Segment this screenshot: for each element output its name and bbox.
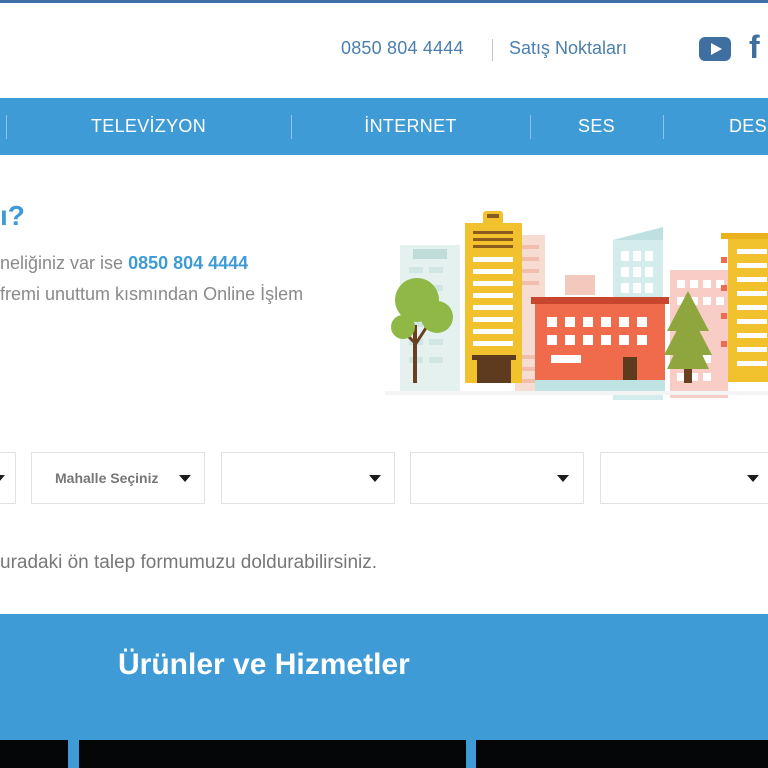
product-card[interactable] xyxy=(0,740,68,768)
products-title: Ürünler ve Hizmetler xyxy=(118,648,410,681)
nav-item-support[interactable]: DES xyxy=(663,98,768,155)
sales-points-link[interactable]: Satış Noktaları xyxy=(509,38,627,59)
nav-item-television[interactable]: TELEVİZYON xyxy=(6,98,291,155)
building-select[interactable] xyxy=(410,452,584,504)
pre-request-form-note: uradaki ön talep formumuzu doldurabilirs… xyxy=(0,552,378,573)
neighborhood-select[interactable]: Mahalle Seçiniz xyxy=(31,452,205,504)
hero-phone-link[interactable]: 0850 804 4444 xyxy=(128,253,248,273)
city-select[interactable] xyxy=(0,452,16,504)
neighborhood-select-label: Mahalle Seçiniz xyxy=(55,470,159,486)
nav-item-internet[interactable]: İNTERNET xyxy=(291,98,530,155)
chevron-down-icon xyxy=(557,475,569,482)
chevron-down-icon xyxy=(179,475,191,482)
chevron-down-icon xyxy=(369,475,381,482)
header-phone-link[interactable]: 0850 804 4444 xyxy=(341,38,464,59)
hero-text-prefix: neliğiniz var ise xyxy=(0,253,129,273)
nav-item-sound[interactable]: SES xyxy=(530,98,663,155)
youtube-icon[interactable] xyxy=(699,37,731,61)
hero-text-line2: fremi unuttum kısmından Online İşlem xyxy=(0,284,304,304)
chevron-down-icon xyxy=(0,475,5,482)
hero-text-line1: neliğiniz var ise 0850 804 4444 xyxy=(0,253,248,274)
facebook-icon[interactable]: f xyxy=(749,31,760,63)
product-card[interactable] xyxy=(476,740,768,768)
main-nav: TELEVİZYON İNTERNET SES DES xyxy=(0,98,768,155)
street-select[interactable] xyxy=(221,452,395,504)
apartment-select[interactable] xyxy=(600,452,768,504)
city-illustration xyxy=(385,211,768,400)
header-divider xyxy=(492,39,493,61)
chevron-down-icon xyxy=(747,475,759,482)
hero-title: ı? xyxy=(0,200,25,231)
product-card[interactable] xyxy=(79,740,466,768)
page: 0850 804 4444 Satış Noktaları f TELEVİZY… xyxy=(0,0,768,768)
